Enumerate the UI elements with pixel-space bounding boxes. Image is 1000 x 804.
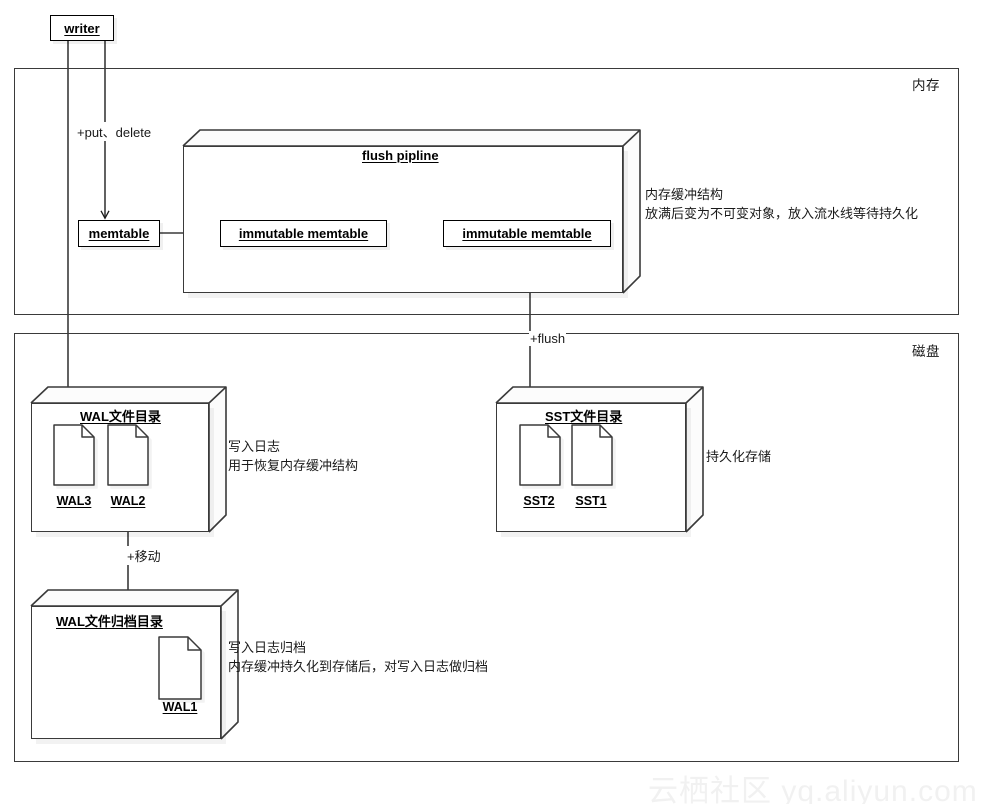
file-icon-wal1[interactable] bbox=[158, 636, 202, 700]
file-label-wal3: WAL3 bbox=[56, 494, 92, 508]
file-label-wal1: WAL1 bbox=[162, 700, 198, 714]
class-writer-label: writer bbox=[64, 20, 100, 36]
class-immutable-memtable-2[interactable]: immutable memtable bbox=[443, 220, 611, 247]
node-sst-dir-title: SST文件目录 bbox=[545, 409, 623, 424]
file-icon-sst1[interactable] bbox=[571, 424, 613, 486]
class-immutable-memtable-2-label: immutable memtable bbox=[462, 226, 592, 241]
watermark: 云栖社区 yq.aliyun.com bbox=[648, 775, 978, 804]
file-icon-wal2[interactable] bbox=[107, 424, 149, 486]
file-label-sst1: SST1 bbox=[575, 494, 607, 508]
file-icon-sst2[interactable] bbox=[519, 424, 561, 486]
file-label-wal2: WAL2 bbox=[110, 494, 146, 508]
note-wal-archive-dir: 写入日志归档 内存缓冲持久化到存储后，对写入日志做归档 bbox=[228, 640, 489, 674]
node-wal-dir-title: WAL文件目录 bbox=[80, 409, 161, 424]
region-disk-label: 磁盘 bbox=[912, 344, 940, 359]
note-wal-dir: 写入日志 用于恢复内存缓冲结构 bbox=[228, 439, 359, 473]
class-immutable-memtable-1[interactable]: immutable memtable bbox=[220, 220, 387, 247]
file-label-sst2: SST2 bbox=[523, 494, 555, 508]
edge-label-move: +移动 bbox=[126, 546, 162, 565]
edge-label-put-delete: +put、delete bbox=[76, 122, 153, 141]
note-memory-buffer: 内存缓冲结构 放满后变为不可变对象，放入流水线等待持久化 bbox=[645, 187, 919, 221]
node-wal-archive-dir-title: WAL文件归档目录 bbox=[56, 614, 163, 629]
class-memtable-label: memtable bbox=[88, 226, 150, 241]
file-icon-wal3[interactable] bbox=[53, 424, 95, 486]
region-memory-label: 内存 bbox=[912, 78, 940, 93]
class-immutable-memtable-1-label: immutable memtable bbox=[238, 226, 369, 241]
class-writer[interactable]: writer bbox=[50, 15, 114, 41]
edge-label-flush: +flush bbox=[529, 331, 567, 346]
class-memtable[interactable]: memtable bbox=[78, 220, 160, 247]
diagram-canvas: 内存 磁盘 writer flush pipline memtable immu… bbox=[0, 0, 1000, 804]
note-sst-dir: 持久化存储 bbox=[706, 449, 772, 464]
node-flush-pipline-title: flush pipline bbox=[362, 148, 439, 163]
